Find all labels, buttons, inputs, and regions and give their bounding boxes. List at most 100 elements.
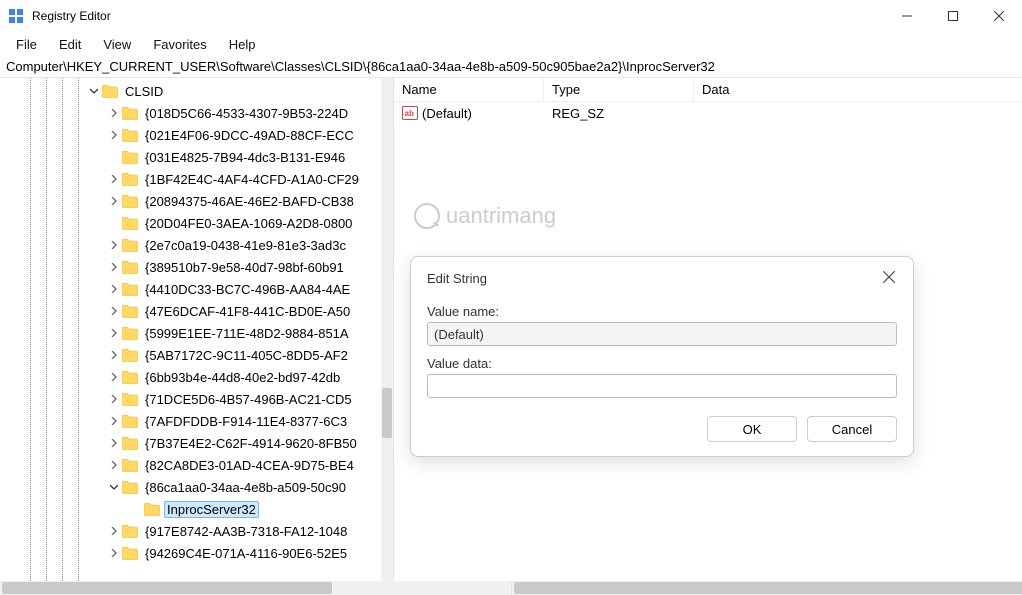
menu-edit[interactable]: Edit bbox=[49, 35, 91, 54]
expand-toggle[interactable] bbox=[108, 417, 120, 425]
edit-string-dialog: Edit String Value name: Value data: OK C… bbox=[410, 256, 914, 457]
list-hscroll[interactable] bbox=[512, 581, 1022, 595]
tree-scrollbar[interactable] bbox=[381, 78, 393, 581]
folder-icon bbox=[122, 305, 138, 318]
list-pane: Name Type Data ab (Default) REG_SZ uantr… bbox=[394, 78, 1022, 581]
tree-label: {20D04FE0-3AEA-1069-A2D8-0800 bbox=[142, 215, 355, 232]
folder-icon bbox=[122, 129, 138, 142]
folder-icon bbox=[122, 173, 138, 186]
tree-label: {389510b7-9e58-40d7-98bf-60b91 bbox=[142, 259, 347, 276]
tree-item-13[interactable]: {71DCE5D6-4B57-496B-AC21-CD5 bbox=[0, 388, 393, 410]
tree-label: {20894375-46AE-46E2-BAFD-CB38 bbox=[142, 193, 357, 210]
tree-item-12[interactable]: {6bb93b4e-44d8-40e2-bd97-42db bbox=[0, 366, 393, 388]
value-type: REG_SZ bbox=[544, 106, 694, 121]
expand-toggle[interactable] bbox=[108, 351, 120, 359]
value-data-label: Value data: bbox=[427, 356, 897, 371]
list-header: Name Type Data bbox=[394, 78, 1022, 102]
folder-icon bbox=[122, 195, 138, 208]
tree-item-11[interactable]: {5AB7172C-9C11-405C-8DD5-AF2 bbox=[0, 344, 393, 366]
tree-label: {5AB7172C-9C11-405C-8DD5-AF2 bbox=[142, 347, 351, 364]
tree-item-2[interactable]: {031E4825-7B94-4dc3-B131-E946 bbox=[0, 146, 393, 168]
menu-view[interactable]: View bbox=[93, 35, 141, 54]
close-button[interactable] bbox=[976, 0, 1022, 32]
tree-item-1[interactable]: {021E4F06-9DCC-49AD-88CF-ECC bbox=[0, 124, 393, 146]
column-name[interactable]: Name bbox=[394, 78, 544, 101]
tree-pane[interactable]: CLSID{018D5C66-4533-4307-9B53-224D {021E4… bbox=[0, 78, 394, 581]
expand-toggle[interactable] bbox=[88, 87, 100, 95]
tree-clsid[interactable]: CLSID bbox=[0, 80, 393, 102]
folder-icon bbox=[122, 327, 138, 340]
tree-label: {021E4F06-9DCC-49AD-88CF-ECC bbox=[142, 127, 357, 144]
bottom-scrollbars bbox=[0, 581, 1022, 595]
expand-toggle[interactable] bbox=[108, 241, 120, 249]
tree-label: {917E8742-AA3B-7318-FA12-1048 bbox=[142, 523, 350, 540]
window-title: Registry Editor bbox=[32, 9, 884, 23]
tree-item-4[interactable]: {20894375-46AE-46E2-BAFD-CB38 bbox=[0, 190, 393, 212]
minimize-button[interactable] bbox=[884, 0, 930, 32]
expand-toggle[interactable] bbox=[108, 461, 120, 469]
tree-item-18[interactable]: {917E8742-AA3B-7318-FA12-1048 bbox=[0, 520, 393, 542]
cancel-button[interactable]: Cancel bbox=[807, 416, 897, 442]
tree-label: InprocServer32 bbox=[164, 501, 259, 518]
expand-toggle[interactable] bbox=[108, 175, 120, 183]
menu-favorites[interactable]: Favorites bbox=[143, 35, 216, 54]
tree-item-16[interactable]: {82CA8DE3-01AD-4CEA-9D75-BE4 bbox=[0, 454, 393, 476]
column-type[interactable]: Type bbox=[544, 78, 694, 101]
value-row[interactable]: ab (Default) REG_SZ bbox=[394, 102, 1022, 124]
watermark: uantrimang bbox=[414, 203, 556, 229]
tree-item-14[interactable]: {7AFDFDDB-F914-11E4-8377-6C3 bbox=[0, 410, 393, 432]
expand-toggle[interactable] bbox=[108, 527, 120, 535]
folder-icon bbox=[122, 459, 138, 472]
tree-label: {4410DC33-BC7C-496B-AA84-4AE bbox=[142, 281, 353, 298]
tree-item-19[interactable]: {94269C4E-071A-4116-90E6-52E5 bbox=[0, 542, 393, 564]
value-name-label: Value name: bbox=[427, 304, 897, 319]
expand-toggle[interactable] bbox=[108, 285, 120, 293]
expand-toggle[interactable] bbox=[108, 373, 120, 381]
menu-file[interactable]: File bbox=[6, 35, 47, 54]
ok-button[interactable]: OK bbox=[707, 416, 797, 442]
app-icon bbox=[8, 8, 24, 24]
address-bar[interactable]: Computer\HKEY_CURRENT_USER\Software\Clas… bbox=[0, 56, 1022, 78]
tree-item-9[interactable]: {47E6DCAF-41F8-441C-BD0E-A50 bbox=[0, 300, 393, 322]
value-data-input[interactable] bbox=[427, 374, 897, 398]
tree-item-8[interactable]: {4410DC33-BC7C-496B-AA84-4AE bbox=[0, 278, 393, 300]
expand-toggle[interactable] bbox=[108, 549, 120, 557]
tree-item-15[interactable]: {7B37E4E2-C62F-4914-9620-8FB50 bbox=[0, 432, 393, 454]
folder-icon bbox=[122, 525, 138, 538]
tree-item-17[interactable]: {86ca1aa0-34aa-4e8b-a509-50c90 bbox=[0, 476, 393, 498]
expand-toggle[interactable] bbox=[108, 329, 120, 337]
expand-toggle[interactable] bbox=[108, 263, 120, 271]
expand-toggle[interactable] bbox=[108, 483, 120, 491]
folder-icon bbox=[122, 437, 138, 450]
tree-label: {6bb93b4e-44d8-40e2-bd97-42db bbox=[142, 369, 343, 386]
dialog-close-button[interactable] bbox=[881, 269, 897, 288]
menu-help[interactable]: Help bbox=[219, 35, 266, 54]
value-name-input[interactable] bbox=[427, 322, 897, 346]
expand-toggle[interactable] bbox=[108, 197, 120, 205]
expand-toggle[interactable] bbox=[108, 307, 120, 315]
folder-icon bbox=[122, 371, 138, 384]
folder-icon bbox=[122, 349, 138, 362]
menubar: File Edit View Favorites Help bbox=[0, 32, 1022, 56]
expand-toggle[interactable] bbox=[108, 439, 120, 447]
expand-toggle[interactable] bbox=[108, 109, 120, 117]
folder-icon bbox=[122, 107, 138, 120]
expand-toggle[interactable] bbox=[108, 131, 120, 139]
tree-item-3[interactable]: {1BF42E4C-4AF4-4CFD-A1A0-CF29 bbox=[0, 168, 393, 190]
column-data[interactable]: Data bbox=[694, 78, 1022, 101]
svg-text:ab: ab bbox=[405, 109, 414, 118]
maximize-button[interactable] bbox=[930, 0, 976, 32]
tree-item-0[interactable]: {018D5C66-4533-4307-9B53-224D bbox=[0, 102, 393, 124]
tree-item-10[interactable]: {5999E1EE-711E-48D2-9884-851A bbox=[0, 322, 393, 344]
tree-label: {2e7c0a19-0438-41e9-81e3-3ad3c bbox=[142, 237, 349, 254]
window-controls bbox=[884, 0, 1022, 32]
tree-label: {5999E1EE-711E-48D2-9884-851A bbox=[142, 325, 352, 342]
folder-icon bbox=[102, 85, 118, 98]
tree-item-5[interactable]: {20D04FE0-3AEA-1069-A2D8-0800 bbox=[0, 212, 393, 234]
tree-inprocserver32[interactable]: InprocServer32 bbox=[0, 498, 393, 520]
tree-item-6[interactable]: {2e7c0a19-0438-41e9-81e3-3ad3c bbox=[0, 234, 393, 256]
tree-hscroll[interactable] bbox=[0, 581, 512, 595]
tree-item-7[interactable]: {389510b7-9e58-40d7-98bf-60b91 bbox=[0, 256, 393, 278]
folder-icon bbox=[122, 283, 138, 296]
expand-toggle[interactable] bbox=[108, 395, 120, 403]
